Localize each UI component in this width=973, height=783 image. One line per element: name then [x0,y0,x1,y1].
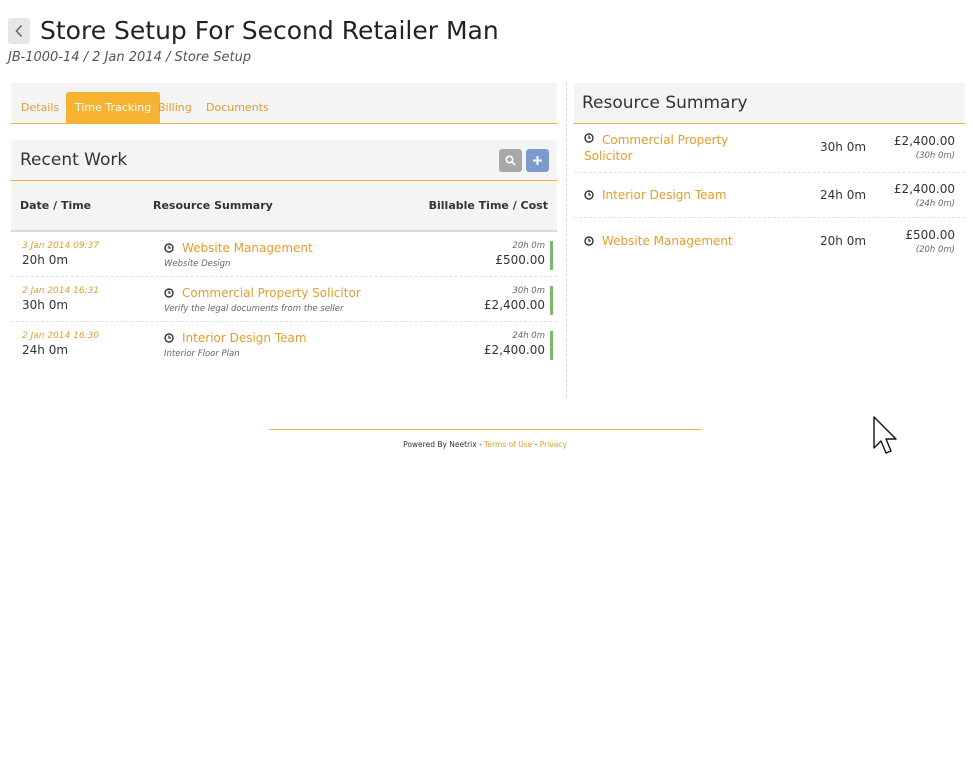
footer-separator: - [532,440,540,449]
row-description: Verify the legal documents from the sell… [164,304,344,314]
resource-cost: £2,400.00 [893,182,955,196]
left-panel: Details Time Tracking Billing Documents … [11,83,557,360]
row-description: Website Design [164,259,231,269]
status-bar [550,241,553,270]
row-billable-time: 24h 0m [512,331,545,341]
resource-summary-title: Resource Summary [582,93,748,113]
resource-cost-time: (30h 0m) [915,151,955,161]
row-billable-time: 30h 0m [512,286,545,296]
powered-by-text: Powered By Neetrix - [403,440,485,449]
footer-divider [269,429,701,430]
table-row: 2 Jan 2014 16:30 24h 0m Interior Design … [11,322,557,366]
row-cost: £2,400.00 [483,343,545,357]
clock-icon [164,243,174,253]
row-duration: 24h 0m [22,343,69,357]
clock-icon [164,333,174,343]
search-icon [505,155,516,166]
tab-billing[interactable]: Billing [149,92,201,123]
clock-icon [164,288,174,298]
table-row: 2 Jan 2014 16:31 30h 0m Commercial Prope… [11,277,557,322]
back-button[interactable] [8,18,30,44]
search-button[interactable] [499,149,522,172]
table-header: Date / Time Resource Summary Billable Ti… [11,181,557,232]
tab-time-tracking[interactable]: Time Tracking [66,92,161,123]
resource-cost-time: (20h 0m) [915,245,955,255]
recent-work-title: Recent Work [20,150,128,170]
clock-icon [584,236,594,246]
add-button[interactable] [526,149,549,172]
page-title: Store Setup For Second Retailer Man [40,16,499,45]
row-date: 2 Jan 2014 16:31 [22,286,100,296]
resource-link[interactable]: Commercial Property Solicitor [584,132,734,164]
resource-duration: 24h 0m [820,188,867,202]
tab-details[interactable]: Details [12,92,68,123]
row-resource-link[interactable]: Interior Design Team [182,331,307,345]
row-billable-time: 20h 0m [512,241,545,251]
tab-bar: Details Time Tracking Billing Documents [11,83,557,124]
row-duration: 30h 0m [22,298,69,312]
chevron-left-icon [15,24,23,38]
resource-link[interactable]: Interior Design Team [602,187,727,203]
footer: Powered By Neetrix - Terms of Use - Priv… [269,440,701,449]
table-row: 3 Jan 2014 09:37 20h 0m Website Manageme… [11,232,557,277]
right-panel: Resource Summary Commercial Property Sol… [574,83,965,262]
mouse-pointer-icon [873,416,897,454]
row-date: 2 Jan 2014 16:30 [22,331,100,341]
resource-link[interactable]: Website Management [602,233,733,249]
column-billable: Billable Time / Cost [428,199,548,212]
recent-work-list: 3 Jan 2014 09:37 20h 0m Website Manageme… [11,232,557,366]
row-date: 3 Jan 2014 09:37 [22,241,100,251]
resource-duration: 20h 0m [820,234,867,248]
resource-cost: £2,400.00 [893,134,955,148]
plus-icon [533,156,542,165]
list-item: Commercial Property Solicitor 30h 0m £2,… [574,124,965,173]
row-description: Interior Floor Plan [164,349,240,359]
recent-work-header: Recent Work [11,140,557,181]
row-duration: 20h 0m [22,253,69,267]
list-item: Interior Design Team 24h 0m £2,400.00 (2… [574,173,965,218]
status-bar [550,286,553,315]
resource-duration: 30h 0m [820,140,867,154]
panel-divider [566,83,567,397]
list-item: Website Management 20h 0m £500.00 (20h 0… [574,218,965,262]
status-bar [550,331,553,360]
row-cost: £2,400.00 [483,298,545,312]
resource-cost: £500.00 [905,228,955,242]
tab-documents[interactable]: Documents [197,92,278,123]
terms-link[interactable]: Terms of Use [484,440,532,449]
column-date: Date / Time [20,199,92,212]
row-cost: £500.00 [495,253,545,267]
clock-icon [584,190,594,200]
row-resource-link[interactable]: Commercial Property Solicitor [182,286,361,300]
breadcrumb: JB-1000-14 / 2 Jan 2014 / Store Setup [8,50,252,65]
column-resource: Resource Summary [153,199,273,212]
resource-summary-header: Resource Summary [574,83,965,124]
privacy-link[interactable]: Privacy [540,440,567,449]
row-resource-link[interactable]: Website Management [182,241,313,255]
resource-cost-time: (24h 0m) [915,199,955,209]
